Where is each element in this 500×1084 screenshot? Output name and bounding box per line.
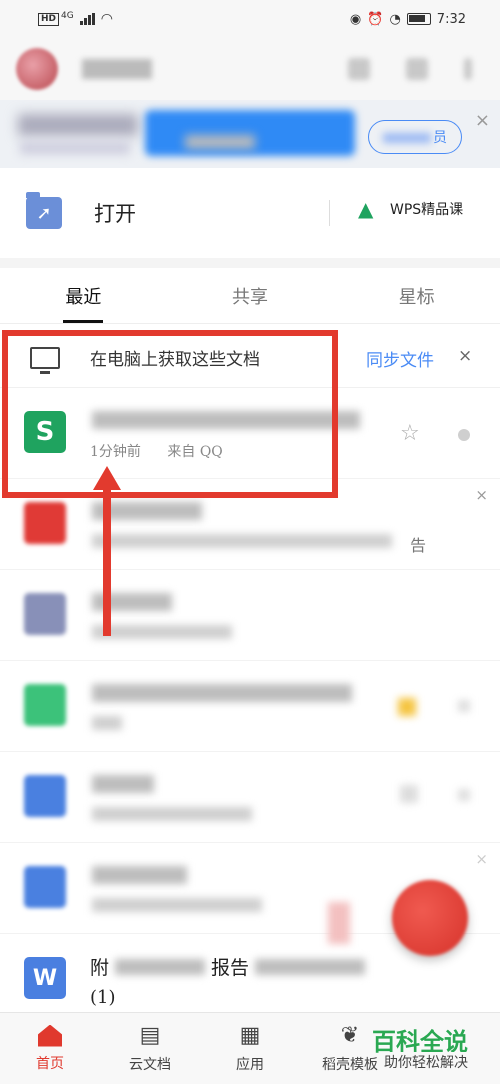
- list-item[interactable]: [0, 571, 500, 661]
- spreadsheet-icon: S: [24, 411, 66, 453]
- document-icon-blurred: [24, 866, 66, 908]
- leaf-icon: ❦: [340, 1022, 360, 1048]
- app-icon-blurred: [24, 502, 66, 544]
- speed-icon: ◔: [389, 11, 401, 27]
- file-name-blurred: [92, 866, 187, 884]
- settings-icon[interactable]: [348, 58, 370, 80]
- monitor-icon: [30, 346, 60, 374]
- open-folder-icon[interactable]: ➚: [26, 192, 62, 229]
- file-time: 1分钟前: [90, 444, 141, 460]
- tab-recent[interactable]: 最近: [0, 268, 167, 323]
- list-item[interactable]: S 1分钟前 来自 QQ ☆: [0, 389, 500, 479]
- home-icon: [38, 1024, 62, 1047]
- file-meta-blurred: [92, 807, 252, 821]
- clock-time: 7:32: [436, 11, 466, 27]
- section-gap: [0, 258, 500, 268]
- list-item[interactable]: × 告: [0, 480, 500, 570]
- promo-banner[interactable]: 员 ×: [0, 100, 500, 168]
- more-icon[interactable]: [464, 58, 472, 80]
- banner-highlight-blurred: [145, 110, 355, 156]
- banner-close-icon[interactable]: ×: [475, 110, 490, 131]
- nav-home-label: 首页: [36, 1055, 64, 1072]
- new-document-button[interactable]: [392, 880, 468, 956]
- file-meta-blurred: [92, 898, 262, 912]
- annotation-arrow-shaft: [103, 488, 111, 636]
- nav-home[interactable]: 首页: [0, 1013, 100, 1084]
- banner-caption-blurred: [185, 135, 255, 149]
- sync-close-icon[interactable]: ×: [458, 346, 472, 366]
- annotation-arrow-head: [93, 466, 121, 490]
- divider: [329, 200, 330, 226]
- wifi-icon: ◠: [100, 11, 113, 27]
- wps-course-label: WPS精品课: [390, 202, 464, 218]
- watermark-subtitle: 助你轻松解决: [382, 1052, 470, 1072]
- banner-subtext-blurred: [20, 142, 130, 154]
- open-label[interactable]: 打开: [94, 198, 136, 228]
- vip-button-label: 员: [433, 130, 447, 146]
- graduation-cap-icon: ▲: [358, 197, 374, 221]
- nav-apps[interactable]: ▦ 应用: [200, 1013, 300, 1084]
- eye-icon: ◉: [349, 11, 362, 27]
- file-name-blurred: [92, 411, 360, 429]
- status-bar: HD 4G ◠ ◉ ⏰ ◔ 7:32: [0, 0, 500, 38]
- vip-button[interactable]: 员: [368, 120, 462, 154]
- scroll-marker-blurred: [328, 902, 350, 944]
- nav-templates-label: 稻壳模板: [322, 1056, 378, 1073]
- document-icon-blurred: [24, 775, 66, 817]
- file-icon-blurred: [24, 593, 66, 635]
- banner-text-blurred: [18, 114, 138, 136]
- star-icon[interactable]: ☆: [400, 421, 420, 446]
- document-tabs: 最近 共享 星标: [0, 268, 500, 324]
- battery-icon: [406, 13, 431, 25]
- list-item[interactable]: [0, 753, 500, 843]
- file-name-blurred: [92, 775, 154, 793]
- open-row: ➚ 打开 ▲ WPS精品课: [0, 168, 500, 258]
- alarm-icon: ⏰: [367, 11, 384, 27]
- wps-course-button[interactable]: ▲ WPS精品课: [358, 198, 463, 220]
- more-icon-blurred[interactable]: [458, 700, 470, 712]
- writer-icon: W: [24, 957, 66, 999]
- document-icon: ▤: [139, 1022, 161, 1048]
- file-meta-blurred: [92, 625, 232, 639]
- signal-icon: [79, 13, 95, 25]
- file-meta-blurred: [92, 716, 122, 730]
- nav-apps-label: 应用: [236, 1056, 264, 1073]
- username-blurred: [82, 59, 152, 79]
- sync-prompt-text: 在电脑上获取这些文档: [90, 350, 260, 370]
- close-icon[interactable]: ×: [475, 486, 488, 504]
- sync-prompt: 在电脑上获取这些文档 同步文件 ×: [0, 328, 500, 388]
- spreadsheet-icon-blurred: [24, 684, 66, 726]
- file-source: 来自 QQ: [167, 444, 223, 460]
- close-icon[interactable]: ×: [475, 850, 488, 868]
- network-type: 4G: [61, 11, 74, 21]
- file-meta: 1分钟前 来自 QQ: [90, 441, 223, 461]
- list-item[interactable]: [0, 662, 500, 752]
- ad-label: 告: [410, 536, 427, 555]
- file-name-prefix: 附: [90, 957, 110, 979]
- star-icon-blurred[interactable]: [400, 785, 418, 803]
- file-name-blurred: [92, 684, 352, 702]
- file-name-suffix: (1): [90, 987, 116, 1008]
- file-name-mid: 报告: [211, 957, 250, 979]
- hd-badge: HD: [38, 12, 60, 26]
- avatar[interactable]: [16, 48, 58, 90]
- file-meta-blurred: [92, 534, 392, 548]
- apps-grid-icon: ▦: [239, 1022, 261, 1048]
- more-icon[interactable]: [458, 429, 470, 441]
- tab-shared[interactable]: 共享: [167, 268, 334, 323]
- file-name: 附 报告: [90, 953, 366, 980]
- more-icon-blurred[interactable]: [458, 789, 470, 801]
- nav-cloud-docs-label: 云文档: [129, 1056, 171, 1073]
- search-icon[interactable]: [406, 58, 428, 80]
- tab-starred[interactable]: 星标: [333, 268, 500, 323]
- nav-cloud-docs[interactable]: ▤ 云文档: [100, 1013, 200, 1084]
- sync-files-button[interactable]: 同步文件: [366, 346, 434, 371]
- star-icon-blurred[interactable]: [398, 698, 416, 716]
- app-header: [0, 38, 500, 100]
